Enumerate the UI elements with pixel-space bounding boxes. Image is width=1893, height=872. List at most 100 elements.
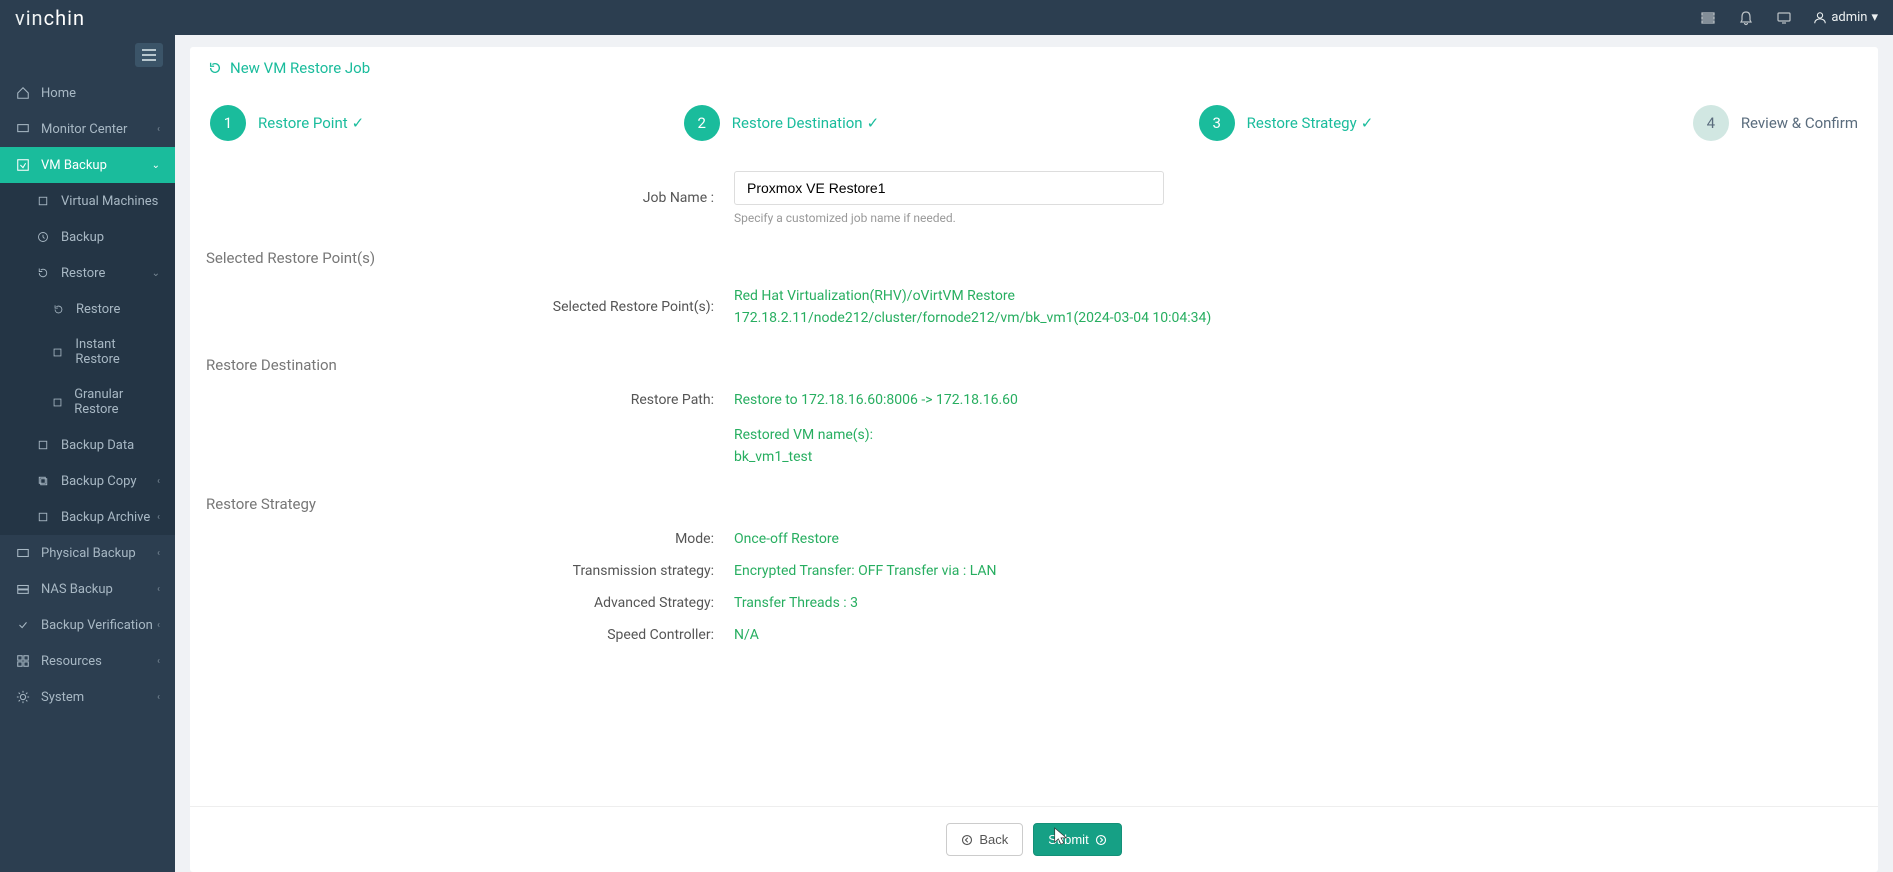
nav-restore[interactable]: Restore ⌄ bbox=[0, 255, 175, 291]
instant-icon bbox=[50, 344, 65, 360]
chevron-icon: ‹ bbox=[157, 620, 160, 631]
list-icon[interactable] bbox=[1699, 9, 1717, 27]
user-label: admin bbox=[1831, 10, 1867, 25]
step-restore-destination[interactable]: 2 Restore Destination✓ bbox=[684, 105, 879, 141]
main-panel: New VM Restore Job 1 Restore Point✓ 2 Re… bbox=[190, 47, 1878, 872]
brand-logo: vinchin bbox=[15, 6, 85, 30]
clock-icon bbox=[35, 229, 51, 245]
nav-label: Backup Data bbox=[61, 438, 134, 453]
restore-icon bbox=[50, 301, 66, 317]
arrow-right-icon bbox=[1095, 834, 1107, 846]
job-name-hint: Specify a customized job name if needed. bbox=[734, 211, 1164, 225]
restore-point-line1: Red Hat Virtualization(RHV)/oVirtVM Rest… bbox=[734, 285, 1211, 307]
chevron-icon: ‹ bbox=[157, 584, 160, 595]
nav-vm-backup[interactable]: VM Backup ⌄ bbox=[0, 147, 175, 183]
step-number: 3 bbox=[1199, 105, 1235, 141]
check-icon: ✓ bbox=[867, 114, 880, 132]
nav-label: Backup Verification bbox=[41, 618, 153, 633]
nav-instant-restore[interactable]: Instant Restore bbox=[0, 327, 175, 377]
transmission-value: Encrypted Transfer: OFF Transfer via : L… bbox=[734, 563, 997, 579]
advanced-label: Advanced Strategy: bbox=[194, 595, 734, 611]
nav-label: System bbox=[41, 690, 84, 705]
sidebar: Home Monitor Center ‹ VM Backup ⌄ Virtua… bbox=[0, 35, 175, 872]
step-restore-point[interactable]: 1 Restore Point✓ bbox=[210, 105, 364, 141]
nav-nas-backup[interactable]: NAS Backup ‹ bbox=[0, 571, 175, 607]
nav-restore-sub[interactable]: Restore bbox=[0, 291, 175, 327]
advanced-value: Transfer Threads : 3 bbox=[734, 595, 858, 611]
chevron-icon: ‹ bbox=[157, 548, 160, 559]
chevron-down-icon: ⌄ bbox=[152, 268, 160, 279]
submit-button[interactable]: Submit bbox=[1033, 823, 1121, 856]
verify-icon bbox=[15, 617, 31, 633]
step-label-text: Restore Strategy bbox=[1247, 114, 1357, 132]
nav-label: Backup bbox=[61, 230, 104, 245]
nav-resources[interactable]: Resources ‹ bbox=[0, 643, 175, 679]
nav-label: Instant Restore bbox=[75, 337, 160, 367]
nav-backup-copy[interactable]: Backup Copy ‹ bbox=[0, 463, 175, 499]
refresh-icon bbox=[208, 61, 222, 75]
nav-system[interactable]: System ‹ bbox=[0, 679, 175, 715]
step-indicator: 1 Restore Point✓ 2 Restore Destination✓ … bbox=[190, 89, 1878, 165]
mode-value: Once-off Restore bbox=[734, 531, 839, 547]
nav-backup[interactable]: Backup bbox=[0, 219, 175, 255]
monitor-icon bbox=[15, 121, 31, 137]
nav-backup-archive[interactable]: Backup Archive ‹ bbox=[0, 499, 175, 535]
resources-icon bbox=[15, 653, 31, 669]
nav-backup-data[interactable]: Backup Data bbox=[0, 427, 175, 463]
restore-point-label: Selected Restore Point(s): bbox=[194, 299, 734, 315]
nav-virtual-machines[interactable]: Virtual Machines bbox=[0, 183, 175, 219]
archive-icon bbox=[35, 509, 51, 525]
chevron-icon: ‹ bbox=[157, 692, 160, 703]
footer-buttons: Back Submit bbox=[190, 806, 1878, 872]
gear-icon bbox=[15, 689, 31, 705]
job-name-label: Job Name : bbox=[194, 190, 734, 206]
chevron-icon: ‹ bbox=[157, 512, 160, 523]
chevron-icon: ‹ bbox=[157, 124, 160, 135]
back-label: Back bbox=[979, 832, 1008, 847]
page-title: New VM Restore Job bbox=[190, 47, 1878, 89]
job-name-input[interactable] bbox=[734, 171, 1164, 205]
nav-home[interactable]: Home bbox=[0, 75, 175, 111]
top-bar: vinchin admin ▾ bbox=[0, 0, 1893, 35]
bell-icon[interactable] bbox=[1737, 9, 1755, 27]
chevron-icon: ‹ bbox=[157, 656, 160, 667]
restored-names-label: Restored VM name(s): bbox=[734, 424, 873, 446]
step-number: 2 bbox=[684, 105, 720, 141]
section-destination: Restore Destination bbox=[194, 346, 1874, 384]
home-icon bbox=[15, 85, 31, 101]
restore-point-line2: 172.18.2.11/node212/cluster/fornode212/v… bbox=[734, 307, 1211, 329]
step-number: 1 bbox=[210, 105, 246, 141]
restore-path-label: Restore Path: bbox=[194, 392, 734, 408]
user-menu[interactable]: admin ▾ bbox=[1813, 10, 1878, 25]
step-number: 4 bbox=[1693, 105, 1729, 141]
nav-label: Home bbox=[41, 86, 76, 101]
transmission-label: Transmission strategy: bbox=[194, 563, 734, 579]
back-button[interactable]: Back bbox=[946, 823, 1023, 856]
nav-physical-backup[interactable]: Physical Backup ‹ bbox=[0, 535, 175, 571]
nav-label: Backup Archive bbox=[61, 510, 150, 525]
chevron-icon: ‹ bbox=[157, 476, 160, 487]
restore-icon bbox=[35, 265, 51, 281]
nav-backup-verification[interactable]: Backup Verification ‹ bbox=[0, 607, 175, 643]
check-icon: ✓ bbox=[1361, 114, 1374, 132]
chevron-down-icon: ▾ bbox=[1871, 10, 1878, 25]
nav-label: Virtual Machines bbox=[61, 194, 158, 209]
nas-icon bbox=[15, 581, 31, 597]
step-review-confirm[interactable]: 4 Review & Confirm bbox=[1693, 105, 1858, 141]
speed-label: Speed Controller: bbox=[194, 627, 734, 643]
mode-label: Mode: bbox=[194, 531, 734, 547]
backup-icon bbox=[15, 157, 31, 173]
nav-label: NAS Backup bbox=[41, 582, 113, 597]
copy-icon bbox=[35, 473, 51, 489]
step-restore-strategy[interactable]: 3 Restore Strategy✓ bbox=[1199, 105, 1374, 141]
sidebar-toggle[interactable] bbox=[135, 43, 163, 67]
speed-value: N/A bbox=[734, 627, 759, 643]
step-label-text: Restore Point bbox=[258, 114, 348, 132]
nav-label: Monitor Center bbox=[41, 122, 127, 137]
nav-granular-restore[interactable]: Granular Restore bbox=[0, 377, 175, 427]
section-restore-point: Selected Restore Point(s) bbox=[194, 239, 1874, 277]
monitor-icon[interactable] bbox=[1775, 9, 1793, 27]
nav-monitor[interactable]: Monitor Center ‹ bbox=[0, 111, 175, 147]
nav-label: Granular Restore bbox=[74, 387, 160, 417]
vm-icon bbox=[35, 193, 51, 209]
